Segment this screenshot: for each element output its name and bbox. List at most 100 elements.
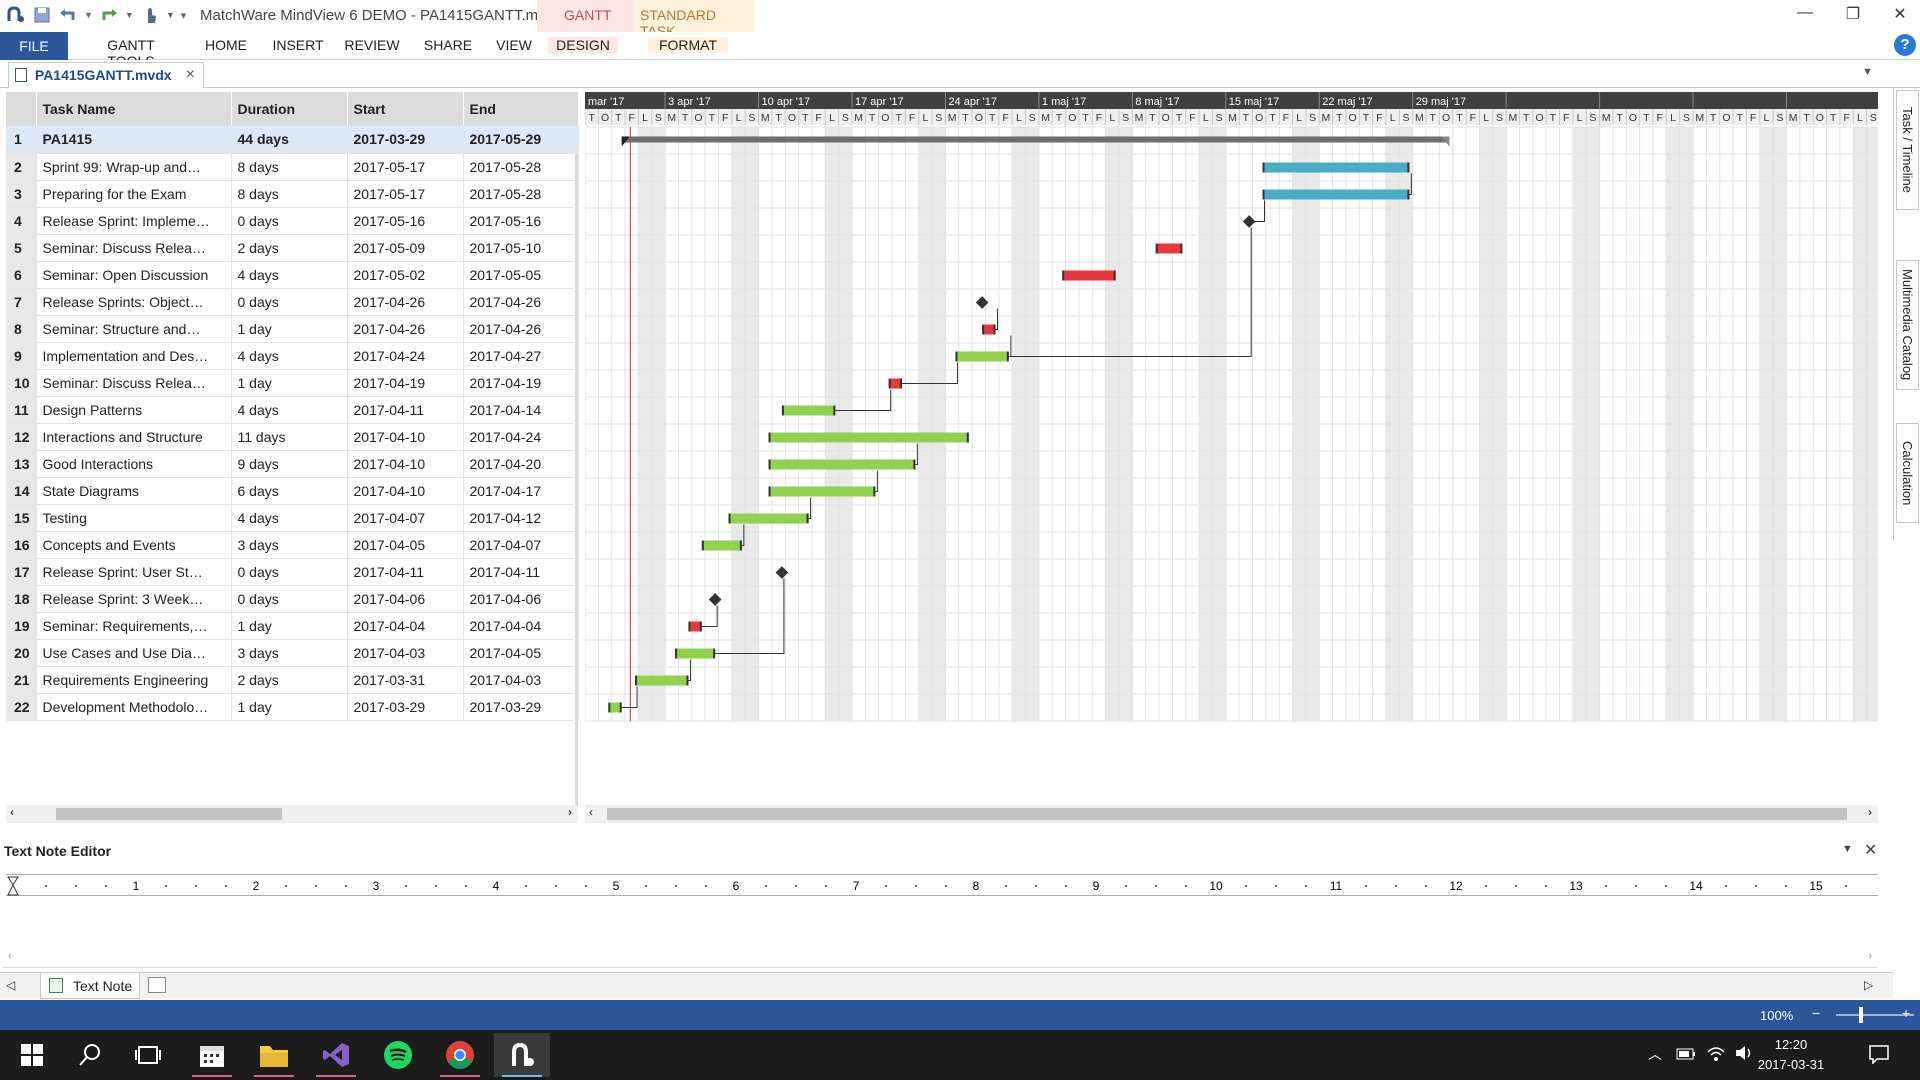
grid-scroll-thumb[interactable] xyxy=(56,808,282,820)
task-duration[interactable]: 4 days xyxy=(231,342,348,370)
task-row[interactable]: 4 Release Sprint: Impleme… 0 days 2017-05-1… xyxy=(6,207,579,235)
chart-scroll-right-icon[interactable]: › xyxy=(1868,805,1872,819)
note-tab-scroll-right-icon[interactable]: ▷ xyxy=(1864,978,1873,992)
task-name[interactable]: Interactions and Structure xyxy=(36,423,232,451)
task-start[interactable]: 2017-05-17 xyxy=(347,180,464,208)
row-number[interactable]: 12 xyxy=(6,423,37,451)
task-name[interactable]: Seminar: Requirements,… xyxy=(36,612,232,640)
task-duration[interactable]: 6 days xyxy=(231,477,348,505)
wifi-icon[interactable] xyxy=(1706,1044,1726,1062)
panel-menu-icon[interactable]: ▼ xyxy=(1842,843,1853,855)
task-row[interactable]: 16 Concepts and Events 3 days 2017-04-05 201… xyxy=(6,531,579,559)
taskbar-chrome[interactable] xyxy=(432,1033,488,1077)
close-document-icon[interactable]: × xyxy=(186,66,195,84)
task-name[interactable]: Preparing for the Exam xyxy=(36,180,232,208)
battery-icon[interactable] xyxy=(1676,1048,1696,1060)
task-duration[interactable]: 8 days xyxy=(231,153,348,181)
task-row[interactable]: 1 PA1415 44 days 2017-03-29 2017-05-29 xyxy=(6,126,579,154)
task-name[interactable]: Seminar: Structure and… xyxy=(36,315,232,343)
tab-share[interactable]: SHARE xyxy=(418,37,478,53)
search-button[interactable] xyxy=(62,1033,118,1077)
task-start[interactable]: 2017-03-31 xyxy=(347,666,464,694)
tab-task-timeline[interactable]: Task / Timeline xyxy=(1896,90,1919,210)
redo-dropdown-icon[interactable]: ▼ xyxy=(125,10,134,20)
taskbar-mindview[interactable] xyxy=(494,1033,550,1077)
task-row[interactable]: 8 Seminar: Structure and… 1 day 2017-04-26 2… xyxy=(6,315,579,343)
note-tab-scroll-left-icon[interactable]: ◁ xyxy=(6,978,15,992)
document-tab[interactable]: PA1415GANTT.mvdx × xyxy=(8,62,204,88)
undo-dropdown-icon[interactable]: ▼ xyxy=(84,10,93,20)
task-row[interactable]: 17 Release Sprint: User St… 0 days 2017-04-… xyxy=(6,558,579,586)
task-row[interactable]: 13 Good Interactions 9 days 2017-04-10 2017-… xyxy=(6,450,579,478)
task-end[interactable]: 2017-04-12 xyxy=(463,504,579,532)
task-end[interactable]: 2017-04-24 xyxy=(463,423,579,451)
task-duration[interactable]: 0 days xyxy=(231,558,348,586)
task-start[interactable]: 2017-04-10 xyxy=(347,477,464,505)
header-duration[interactable]: Duration xyxy=(231,92,348,126)
ruler[interactable]: 1 2 3 4 5 6 7 8 9 10 11 12 13 14 15 xyxy=(6,874,1878,896)
task-duration[interactable]: 8 days xyxy=(231,180,348,208)
tab-review[interactable]: REVIEW xyxy=(342,37,402,53)
task-end[interactable]: 2017-05-28 xyxy=(463,180,579,208)
task-end[interactable]: 2017-05-16 xyxy=(463,207,579,235)
row-number[interactable]: 20 xyxy=(6,639,37,667)
task-name[interactable]: Development Methodolo… xyxy=(36,693,232,721)
row-number[interactable]: 13 xyxy=(6,450,37,478)
header-start[interactable]: Start xyxy=(347,92,464,126)
task-name[interactable]: Seminar: Discuss Relea… xyxy=(36,234,232,262)
task-row[interactable]: 12 Interactions and Structure 11 days 2017-… xyxy=(6,423,579,451)
row-number[interactable]: 17 xyxy=(6,558,37,586)
row-number[interactable]: 4 xyxy=(6,207,37,235)
row-number[interactable]: 9 xyxy=(6,342,37,370)
row-number[interactable]: 14 xyxy=(6,477,37,505)
task-start[interactable]: 2017-05-17 xyxy=(347,153,464,181)
tne-scroll-left-icon[interactable]: ‹ xyxy=(8,950,12,962)
task-row[interactable]: 22 Development Methodolo… 1 day 2017-03-29 2… xyxy=(6,693,579,721)
task-start[interactable]: 2017-05-09 xyxy=(347,234,464,262)
task-name[interactable]: Good Interactions xyxy=(36,450,232,478)
task-name[interactable]: Design Patterns xyxy=(36,396,232,424)
volume-icon[interactable] xyxy=(1734,1044,1754,1062)
scroll-right-icon[interactable]: › xyxy=(568,805,572,819)
task-name[interactable]: Sprint 99: Wrap-up and… xyxy=(36,153,232,181)
task-end[interactable]: 2017-04-14 xyxy=(463,396,579,424)
task-view-button[interactable] xyxy=(120,1033,176,1077)
task-start[interactable]: 2017-05-02 xyxy=(347,261,464,289)
task-duration[interactable]: 1 day xyxy=(231,612,348,640)
task-start[interactable]: 2017-04-07 xyxy=(347,504,464,532)
redo-icon[interactable] xyxy=(99,5,119,25)
taskbar-visual-studio[interactable] xyxy=(308,1033,364,1077)
task-name[interactable]: Release Sprint: 3 Week… xyxy=(36,585,232,613)
tab-insert[interactable]: INSERT xyxy=(268,37,328,53)
task-name[interactable]: Seminar: Open Discussion xyxy=(36,261,232,289)
row-number[interactable]: 1 xyxy=(6,126,37,154)
gantt-canvas[interactable]: mar '17T O T F L S3 apr '17M T O T F L S10 apr '17M… xyxy=(585,92,1878,722)
task-end[interactable]: 2017-04-20 xyxy=(463,450,579,478)
row-number[interactable]: 19 xyxy=(6,612,37,640)
task-start[interactable]: 2017-04-26 xyxy=(347,288,464,316)
task-duration[interactable]: 9 days xyxy=(231,450,348,478)
row-number[interactable]: 5 xyxy=(6,234,37,262)
task-duration[interactable]: 44 days xyxy=(231,126,348,154)
task-row[interactable]: 7 Release Sprints: Object… 0 days 2017-04-2… xyxy=(6,288,579,316)
task-name[interactable]: Use Cases and Use Dia… xyxy=(36,639,232,667)
task-duration[interactable]: 4 days xyxy=(231,396,348,424)
task-duration[interactable]: 0 days xyxy=(231,288,348,316)
taskbar-clock[interactable]: 12:20 2017-03-31 xyxy=(1756,1035,1826,1075)
add-note-tab-icon[interactable] xyxy=(148,977,166,993)
row-number[interactable]: 15 xyxy=(6,504,37,532)
tab-text-note[interactable]: Text Note xyxy=(40,973,140,999)
task-end[interactable]: 2017-04-19 xyxy=(463,369,579,397)
task-row[interactable]: 14 State Diagrams 6 days 2017-04-10 2017-04-… xyxy=(6,477,579,505)
task-duration[interactable]: 0 days xyxy=(231,585,348,613)
task-row[interactable]: 9 Implementation and Des… 4 days 2017-04-24… xyxy=(6,342,579,370)
task-start[interactable]: 2017-04-05 xyxy=(347,531,464,559)
task-start[interactable]: 2017-04-11 xyxy=(347,558,464,586)
tab-multimedia-catalog[interactable]: Multimedia Catalog xyxy=(1896,260,1919,390)
task-name[interactable]: Seminar: Discuss Relea… xyxy=(36,369,232,397)
task-duration[interactable]: 2 days xyxy=(231,666,348,694)
indent-marker-icon[interactable] xyxy=(7,876,19,896)
task-name[interactable]: Requirements Engineering xyxy=(36,666,232,694)
task-end[interactable]: 2017-04-26 xyxy=(463,288,579,316)
task-duration[interactable]: 1 day xyxy=(231,693,348,721)
